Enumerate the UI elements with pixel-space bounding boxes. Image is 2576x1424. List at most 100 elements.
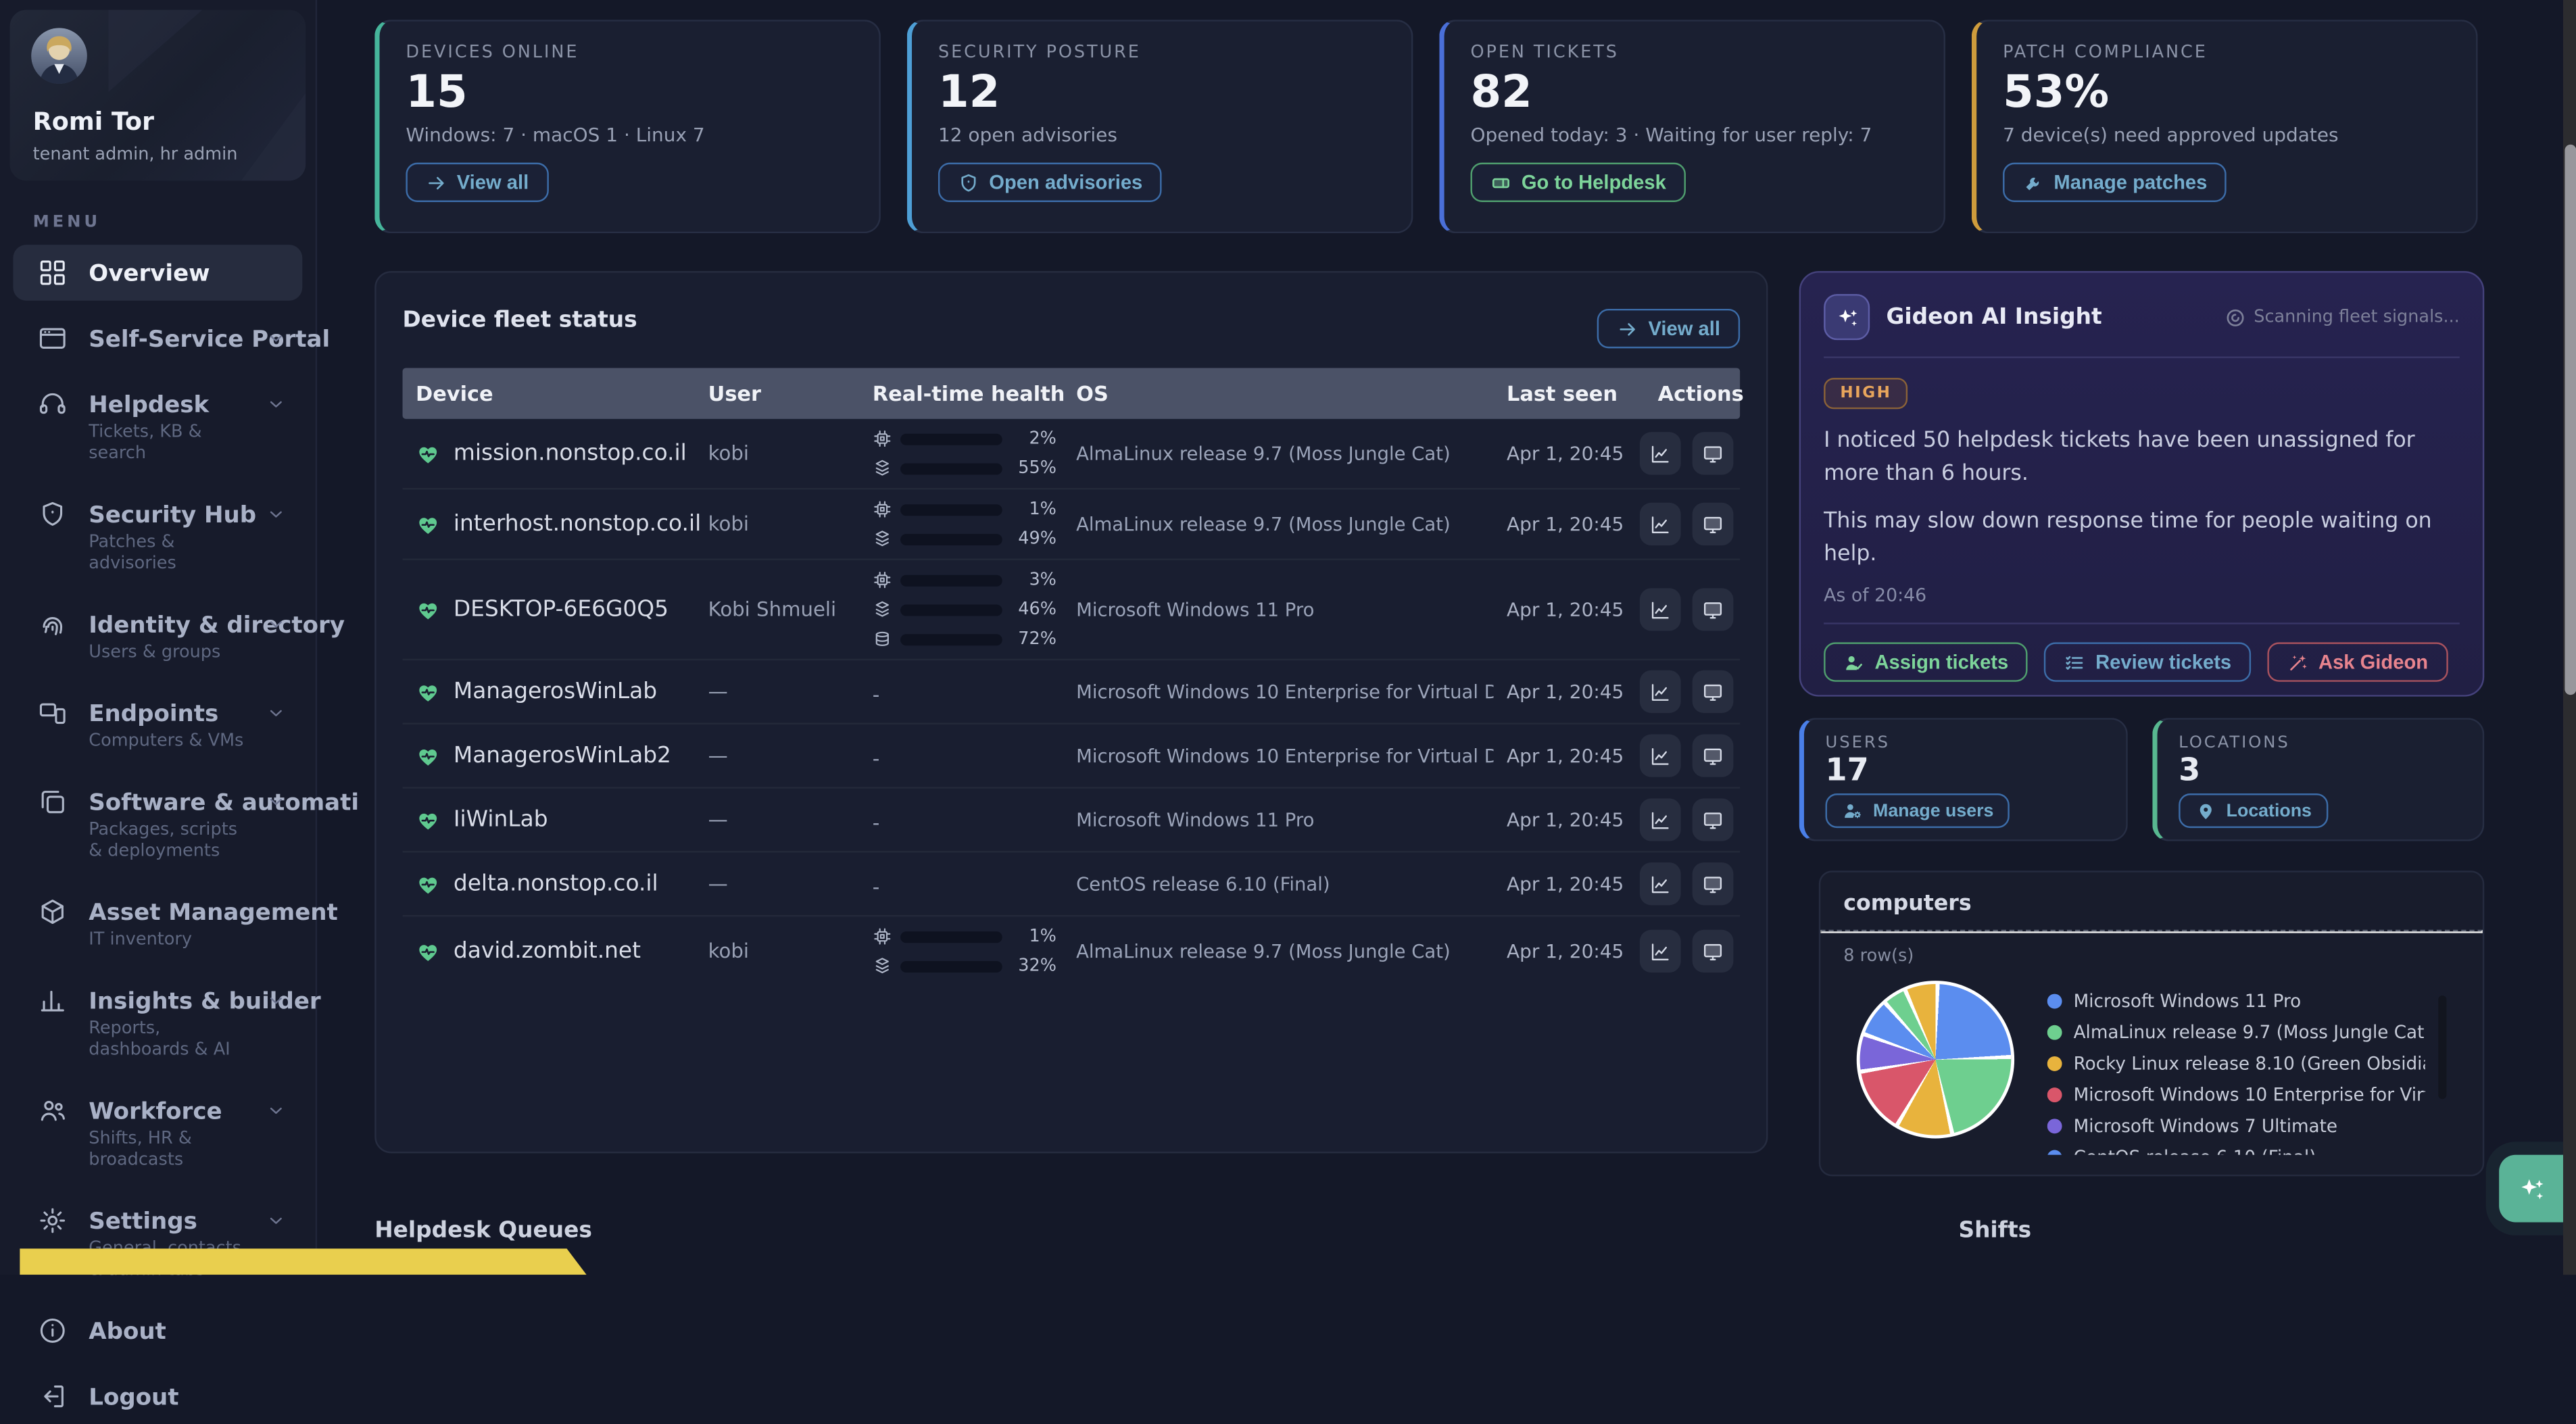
device-metrics-button[interactable] <box>1640 588 1681 631</box>
sidebar-item-workforce[interactable]: WorkforceShifts, HR & broadcasts <box>13 1083 302 1183</box>
sidebar-item-identity-directory[interactable]: Identity & directoryUsers & groups <box>13 596 302 675</box>
device-name: IiWinLab <box>403 806 696 833</box>
grid-icon <box>38 258 68 288</box>
locations-button[interactable]: Locations <box>2179 793 2328 828</box>
disk-icon <box>873 629 892 649</box>
device-user: — <box>695 744 859 767</box>
shield-icon <box>958 172 979 193</box>
ram-usage-bar <box>900 604 1002 615</box>
sidebar-item-settings[interactable]: SettingsGeneral, contacts & admin tabs <box>13 1193 302 1293</box>
table-row: ManagerosWinLab2—-Microsoft Windows 10 E… <box>403 725 1741 789</box>
sidebar-item-software-automation[interactable]: Software & automatiPackages, scripts & d… <box>13 774 302 874</box>
os-pie-chart <box>1857 981 2014 1138</box>
sidebar-item-self-service-portal[interactable]: Self-Service Portal <box>13 310 302 366</box>
review-tickets-button[interactable]: Review tickets <box>2045 642 2252 681</box>
legend-item[interactable]: AlmaLinux release 9.7 (Moss Jungle Cat) <box>2047 1022 2425 1044</box>
sidebar-item-overview[interactable]: Overview <box>13 245 302 301</box>
sidebar-item-endpoints[interactable]: EndpointsComputers & VMs <box>13 685 302 764</box>
ai-assistant-fab[interactable] <box>2499 1155 2565 1223</box>
ask-gideon-button[interactable]: Ask Gideon <box>2268 642 2448 681</box>
legend-scrollbar[interactable] <box>2438 996 2446 1099</box>
chevdown-icon <box>266 792 286 812</box>
table-header: DeviceUserReal-time healthOSLast seenAct… <box>403 368 1741 418</box>
device-user: — <box>695 808 859 831</box>
legend-item[interactable]: Microsoft Windows 11 Pro <box>2047 991 2425 1012</box>
legend-item[interactable]: Rocky Linux release 8.10 (Green Obsidian… <box>2047 1053 2425 1075</box>
disk-usage-value: 72% <box>1011 629 1056 649</box>
column-header-user: User <box>695 381 859 406</box>
device-remote-button[interactable] <box>1693 670 1734 713</box>
insight-actions: Assign tickets Review tickets Ask Gideon <box>1801 624 2483 682</box>
chartline-icon <box>1649 873 1671 895</box>
device-metrics-button[interactable] <box>1640 735 1681 777</box>
usercheck-icon <box>1843 652 1865 673</box>
cpu-icon <box>873 570 892 589</box>
device-name: delta.nonstop.co.il <box>403 870 696 897</box>
device-metrics-button[interactable] <box>1640 503 1681 545</box>
stat-card-devices-online: DEVICES ONLINE15Windows: 7 · macOS 1 · L… <box>374 20 881 233</box>
shifts-heading: Shifts <box>1958 1217 2031 1244</box>
sidebar-item-security-hub[interactable]: Security HubPatches & advisories <box>13 486 302 586</box>
device-remote-button[interactable] <box>1693 503 1734 545</box>
device-remote-button[interactable] <box>1693 862 1734 905</box>
fleet-title: Device fleet status <box>403 308 637 334</box>
assign-tickets-button[interactable]: Assign tickets <box>1824 642 2028 681</box>
heart-icon <box>416 808 440 832</box>
ram-icon <box>873 458 892 478</box>
device-metrics-button[interactable] <box>1640 930 1681 973</box>
cpu-usage-value: 1% <box>1011 927 1056 946</box>
sidebar-item-asset-management[interactable]: Asset ManagementIT inventory <box>13 884 302 963</box>
security-posture-button[interactable]: Open advisories <box>938 163 1162 202</box>
profile-card[interactable]: Romi Tor tenant admin, hr admin <box>10 10 306 181</box>
device-metrics-button[interactable] <box>1640 670 1681 713</box>
stat-subtext: Windows: 7 · macOS 1 · Linux 7 <box>406 123 852 146</box>
legend-item[interactable]: Microsoft Windows 7 Ultimate <box>2047 1115 2425 1137</box>
chevdown-icon <box>266 1101 286 1121</box>
device-metrics-button[interactable] <box>1640 862 1681 905</box>
heart-icon <box>416 512 440 536</box>
column-header-real-time-health: Real-time health <box>859 381 1063 406</box>
stat-title: OPEN TICKETS <box>1471 43 1918 62</box>
users-count: 17 <box>1826 752 2105 788</box>
sidebar-item-about[interactable]: About <box>13 1303 302 1359</box>
device-metrics-button[interactable] <box>1640 798 1681 841</box>
device-health: - <box>859 676 1063 707</box>
open-tickets-button[interactable]: Go to Helpdesk <box>1471 163 1686 202</box>
device-remote-button[interactable] <box>1693 588 1734 631</box>
cpu-usage-bar <box>900 433 1002 444</box>
device-remote-button[interactable] <box>1693 735 1734 777</box>
chevdown-icon <box>266 614 286 634</box>
radar-icon <box>2224 306 2245 328</box>
heart-icon <box>416 597 440 622</box>
device-os: Microsoft Windows 10 Enterprise for Virt… <box>1063 745 1494 766</box>
device-health: 1%32% <box>859 927 1063 976</box>
legend-item[interactable]: CentOS release 6.10 (Final) <box>2047 1147 2425 1155</box>
device-remote-button[interactable] <box>1693 798 1734 841</box>
sidebar-item-logout[interactable]: Logout <box>13 1369 302 1424</box>
chevdown-icon <box>266 394 286 414</box>
ram-icon <box>873 529 892 549</box>
table-row: ManagerosWinLab—-Microsoft Windows 10 En… <box>403 660 1741 725</box>
fleet-view-all-button[interactable]: View all <box>1597 309 1740 348</box>
chart-title: computers <box>1843 892 2460 916</box>
page-scrollbar[interactable] <box>2563 0 2576 1275</box>
device-remote-button[interactable] <box>1693 930 1734 973</box>
sidebar-item-helpdesk[interactable]: HelpdeskTickets, KB & search <box>13 376 302 476</box>
monitor-icon <box>1702 745 1724 766</box>
scrollbar-thumb[interactable] <box>2564 145 2575 695</box>
monitor-icon <box>1702 599 1724 620</box>
cpu-icon <box>873 927 892 946</box>
ram-usage-bar <box>900 533 1002 545</box>
device-remote-button[interactable] <box>1693 432 1734 474</box>
legend-item[interactable]: Microsoft Windows 10 Enterprise for Virt… <box>2047 1084 2425 1106</box>
patch-compliance-button[interactable]: Manage patches <box>2003 163 2227 202</box>
device-metrics-button[interactable] <box>1640 432 1681 474</box>
manage-users-button[interactable]: Manage users <box>1826 793 2010 828</box>
chartline-icon <box>1649 809 1671 831</box>
monitor-icon <box>1702 809 1724 831</box>
column-header-last-seen: Last seen <box>1494 381 1645 406</box>
users-card: USERS 17 Manage users <box>1799 718 2128 841</box>
devices-online-button[interactable]: View all <box>406 163 548 202</box>
sidebar-item-insights-builder[interactable]: Insights & builderReports, dashboards & … <box>13 973 302 1073</box>
computers-chart-card: computers 8 row(s) Microsoft Windows 11 … <box>1819 870 2484 1176</box>
